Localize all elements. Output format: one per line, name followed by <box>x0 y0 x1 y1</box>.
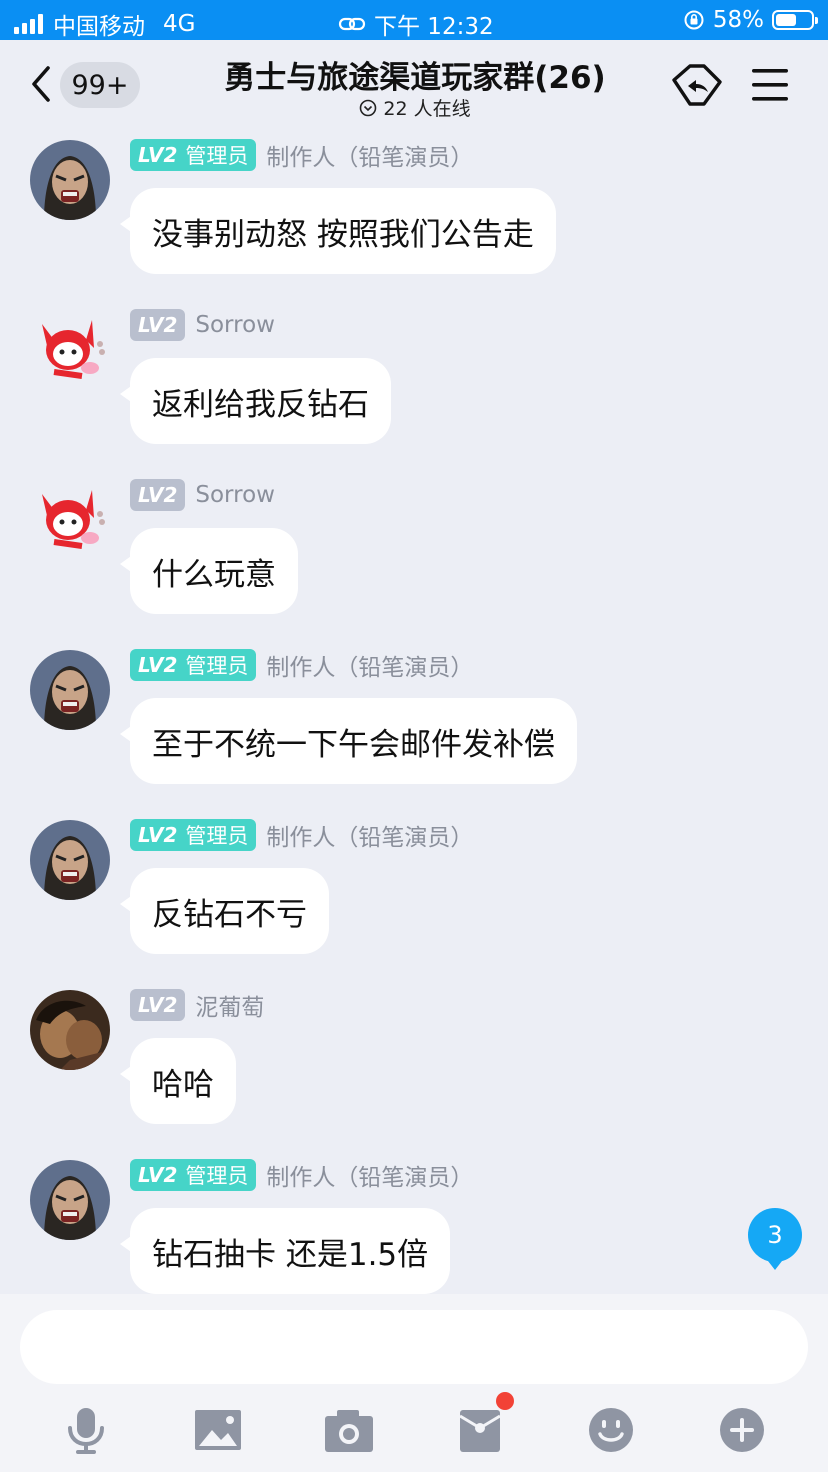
plus-icon[interactable] <box>714 1402 770 1458</box>
photo-avatar[interactable] <box>30 990 110 1070</box>
warrior-avatar[interactable] <box>30 1160 110 1240</box>
message-bubble[interactable]: 没事别动怒 按照我们公告走 <box>120 188 556 274</box>
level-badge: LV2 <box>130 309 186 341</box>
sender-name[interactable]: Sorrow <box>195 482 275 508</box>
red-fox-avatar[interactable] <box>30 310 110 390</box>
menu-icon[interactable] <box>752 68 790 102</box>
group-title[interactable]: 勇士与旅途渠道玩家群(26) <box>150 52 680 97</box>
sender-name[interactable]: 泥葡萄 <box>195 988 264 1022</box>
admin-badge: LV2 管理员 <box>130 819 257 851</box>
warrior-avatar[interactable] <box>30 820 110 900</box>
notification-dot <box>496 1392 514 1410</box>
level-badge: LV2 <box>130 989 186 1021</box>
microphone-icon[interactable] <box>58 1402 114 1458</box>
unread-messages-badge[interactable]: 99+ <box>60 62 140 108</box>
sender-name[interactable]: 制作人（铅笔演员） <box>266 648 473 682</box>
battery-icon <box>772 10 818 30</box>
input-area <box>0 1294 828 1472</box>
chevron-down-circle-icon <box>360 99 377 116</box>
red-fox-avatar[interactable] <box>30 480 110 560</box>
camera-icon[interactable] <box>321 1402 377 1458</box>
level-badge: LV2 <box>130 479 186 511</box>
red-packet-icon[interactable] <box>452 1402 508 1458</box>
warrior-avatar[interactable] <box>30 140 110 220</box>
admin-badge: LV2 管理员 <box>130 649 257 681</box>
share-tag-icon[interactable] <box>670 60 724 110</box>
admin-badge: LV2 管理员 <box>130 139 257 171</box>
message-bubble[interactable]: 什么玩意 <box>120 528 298 614</box>
status-bar: 中国移动 4G 下午 12:32 58% <box>0 0 828 40</box>
link-icon <box>338 17 366 31</box>
back-arrow-icon[interactable] <box>26 60 56 108</box>
rotation-lock-icon <box>684 10 704 30</box>
message-bubble[interactable]: 返利给我反钻石 <box>120 358 391 444</box>
signal-icon <box>14 14 43 34</box>
message-input[interactable] <box>20 1310 808 1384</box>
sender-name[interactable]: Sorrow <box>195 312 275 338</box>
emoji-icon[interactable] <box>583 1402 639 1458</box>
message-bubble[interactable]: 钻石抽卡 还是1.5倍 <box>119 1208 451 1294</box>
image-icon[interactable] <box>190 1402 246 1458</box>
battery-percent: 58% <box>712 7 764 33</box>
online-count: 22 人在线 <box>150 94 680 121</box>
sender-name[interactable]: 制作人（铅笔演员） <box>266 138 473 172</box>
clock: 下午 12:32 <box>374 14 494 40</box>
message-bubble[interactable]: 至于不统一下午会邮件发补偿 <box>120 698 577 784</box>
carrier-label: 中国移动 <box>53 14 145 40</box>
admin-badge: LV2 管理员 <box>130 1159 257 1191</box>
new-messages-badge[interactable]: 3 <box>748 1208 802 1270</box>
warrior-avatar[interactable] <box>30 650 110 730</box>
network-label: 4G <box>163 11 196 37</box>
sender-name[interactable]: 制作人（铅笔演员） <box>266 818 473 852</box>
online-count-label: 22 人在线 <box>383 98 471 120</box>
message-bubble[interactable]: 哈哈 <box>120 1038 236 1124</box>
sender-name[interactable]: 制作人（铅笔演员） <box>266 1158 473 1192</box>
message-bubble[interactable]: 反钻石不亏 <box>120 868 329 954</box>
chat-header: 99+ 勇士与旅途渠道玩家群(26) 22 人在线 <box>0 40 828 128</box>
